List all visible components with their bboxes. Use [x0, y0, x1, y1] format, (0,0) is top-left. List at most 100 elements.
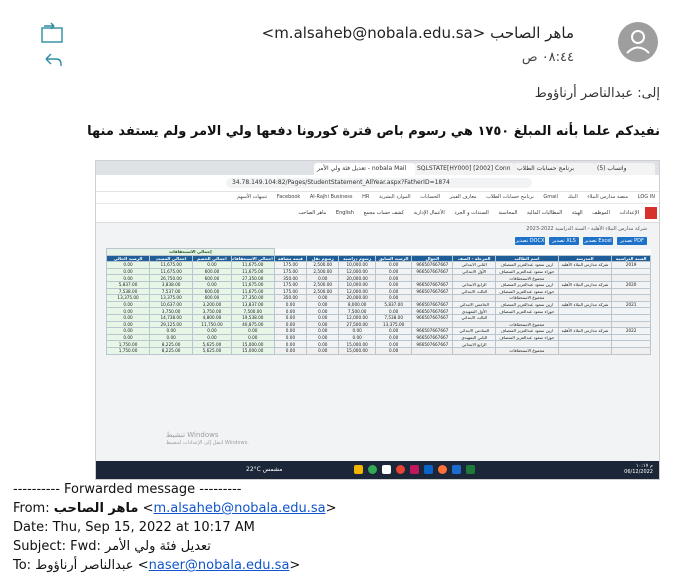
table-cell: 12,000.00: [338, 313, 376, 322]
bookmark[interactable]: الموارد البشرية: [379, 192, 411, 203]
table-cell: 0.00: [374, 261, 413, 269]
table-cell: [452, 274, 497, 282]
column-header[interactable]: رسوم نقل: [306, 254, 340, 263]
bookmark[interactable]: تنبيهات الأسهم: [237, 192, 267, 203]
taskbar-clock[interactable]: م ١٠:١٧ 06/12/2022: [624, 463, 653, 475]
column-header[interactable]: رسوم دراسية: [338, 254, 376, 263]
nav-item[interactable]: السندات و الجرد: [454, 204, 488, 222]
browser-tab[interactable]: برنامج حسابات الطلاب: [514, 163, 595, 175]
bookmark[interactable]: معارف الفيتر: [450, 192, 477, 203]
nav-item[interactable]: المطالبات المالية: [527, 204, 562, 222]
nav-item[interactable]: الأعمال الإدارية: [414, 204, 445, 222]
table-cell: 0.00: [273, 333, 308, 342]
app-icon[interactable]: [410, 465, 419, 474]
browser-tab[interactable]: (5) واتساب: [594, 163, 655, 175]
column-header[interactable]: اسم الطالب: [495, 254, 559, 263]
to-email-link[interactable]: naser@nobala.edu.sa: [149, 558, 290, 573]
table-cell: [495, 340, 559, 348]
bookmark[interactable]: HR: [362, 192, 369, 203]
chrome-icon[interactable]: [396, 465, 405, 474]
export-docx-button[interactable]: تصدير DOCX: [515, 237, 545, 245]
table-cell: 5,625.00: [192, 340, 232, 348]
column-header[interactable]: اجمالي المسدد: [149, 254, 194, 263]
table-header-row: السنة الدراسية المدرسة اسم الطالب المرحل…: [105, 254, 651, 263]
school-cell: شركة مدارس النبلاء الأهلية: [557, 261, 613, 269]
word-icon[interactable]: [452, 465, 461, 474]
weather-widget[interactable]: 22°C مشمس: [246, 466, 282, 473]
nav-item[interactable]: المحاسبة: [498, 204, 517, 222]
nav-item[interactable]: الهيئة: [572, 204, 583, 222]
table-cell: 19,538.00: [230, 313, 275, 322]
firefox-icon[interactable]: [438, 465, 447, 474]
table-cell: 0.00: [105, 267, 151, 276]
subject-label: Subject: Fwd:: [13, 539, 105, 554]
table-cell: 0.00: [149, 333, 194, 342]
table-cell: [611, 274, 651, 282]
column-header[interactable]: اجمالي الخصم: [192, 254, 232, 263]
export-pdf-button[interactable]: تصدير PDF: [617, 237, 647, 245]
table-cell: [557, 307, 613, 315]
table-cell: 4,800.00: [192, 313, 232, 322]
export-excel-button[interactable]: تصدير Excel: [583, 237, 613, 245]
file-explorer-icon[interactable]: [354, 465, 363, 474]
breadcrumb: شركة مدارس النبلاء الأهلية - السنة الدرا…: [526, 226, 647, 232]
table-cell: 0.00: [192, 327, 232, 335]
bookmark[interactable]: برنامج حسابات الطلاب: [486, 192, 534, 203]
recipient-line: إلى: عبدالناصر أرناؤوط: [534, 86, 660, 101]
bookmark[interactable]: Facebook: [277, 192, 301, 203]
table-cell: 0.00: [338, 333, 376, 342]
app-icon[interactable]: [382, 465, 391, 474]
browser-tab[interactable]: SQLSTATE[HY000] [2002] Conn: [414, 163, 515, 175]
bookmark[interactable]: Gmail: [543, 192, 558, 203]
table-cell: [611, 307, 651, 315]
from-email-link[interactable]: m.alsaheb@nobala.edu.sa: [154, 501, 326, 516]
bookmark[interactable]: Al-Rajhi Business: [310, 192, 353, 203]
column-header[interactable]: قيمة مضافة: [273, 254, 308, 263]
bookmark[interactable]: LOG IN: [638, 192, 655, 203]
table-cell: [611, 267, 651, 276]
chrome-icon[interactable]: [368, 465, 377, 474]
column-header[interactable]: المرحلة - الصف: [452, 254, 497, 263]
edge-icon[interactable]: [424, 465, 433, 474]
school-cell: شركة مدارس النبلاء الأهلية: [557, 300, 613, 309]
table-cell: 29,125.00: [149, 320, 194, 329]
avatar[interactable]: [618, 22, 658, 62]
forward-to-inbox-icon[interactable]: [40, 22, 66, 44]
message-time: ٠٨:٤٤ ص: [521, 50, 574, 65]
export-xls-button[interactable]: تصدير XLS: [549, 237, 579, 245]
table-cell: 11,675.00: [149, 267, 194, 276]
table-cell: 0.00: [374, 274, 413, 282]
table-cell: 350.00: [273, 294, 308, 302]
table-cell: 5,837.00: [105, 280, 151, 289]
table-cell: [557, 340, 613, 348]
column-header[interactable]: السنة الدراسية: [611, 254, 651, 263]
bookmark[interactable]: منصة مدارس النبلاء: [587, 192, 628, 203]
table-cell: 0.00: [374, 333, 413, 342]
column-header[interactable]: الرصيد السابق: [374, 254, 413, 263]
sender-email[interactable]: m.alsaheb@nobala.edu.sa: [274, 24, 473, 42]
table-cell: 0.00: [192, 280, 232, 289]
nav-item[interactable]: الموظف: [592, 204, 610, 222]
reply-icon[interactable]: [40, 50, 66, 70]
column-header[interactable]: المدرسة: [557, 254, 613, 263]
bookmark[interactable]: الحسابات: [420, 192, 440, 203]
table-cell: حوراء سعود عبدالعزيز المنصاف: [495, 287, 559, 296]
column-header[interactable]: الرصيد الحالي: [105, 254, 151, 263]
app-nav: الإعدادات الموظف الهيئة المطالبات المالي…: [96, 204, 659, 223]
excel-icon[interactable]: [466, 465, 475, 474]
group-header-row: إجمالي الاستحقاقات: [106, 248, 651, 256]
column-header[interactable]: الجوال: [411, 254, 454, 263]
table-cell: [452, 346, 497, 355]
nav-item[interactable]: كشف حساب مجمع: [364, 204, 404, 222]
table-cell: 0.00: [230, 327, 275, 335]
browser-tab-active[interactable]: تعديل فئة ولي الأمر - nobala Mail: [314, 163, 415, 175]
nav-item[interactable]: الإعدادات: [619, 204, 639, 222]
column-header[interactable]: اجمالي الاستحقاقات: [230, 254, 275, 263]
nav-item[interactable]: ماهر الصاحب: [298, 204, 326, 222]
url-field[interactable]: 34.78.149.104:82/Pages/StudentStatement_…: [226, 178, 532, 188]
bookmark[interactable]: البنك: [568, 192, 578, 203]
nav-item[interactable]: English: [336, 204, 354, 222]
message-actions: [40, 22, 66, 74]
table-cell: 0.00: [306, 346, 340, 355]
table-row: مجموع الاستحقاقات 0.00 20,000.00 0.00 350.00…: [105, 274, 651, 282]
